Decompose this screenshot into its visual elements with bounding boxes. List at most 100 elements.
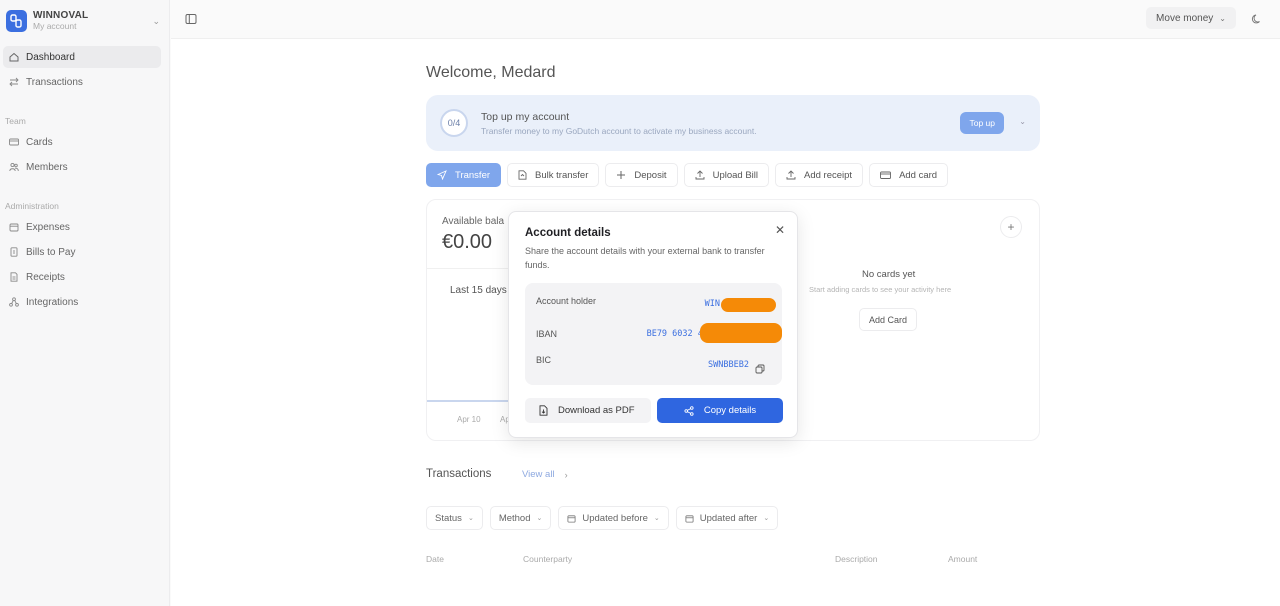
add-card-button[interactable]: Add card bbox=[869, 163, 949, 187]
section-label-team: Team bbox=[5, 116, 26, 126]
page-title: Welcome, Medard bbox=[426, 64, 556, 81]
home-icon bbox=[8, 51, 20, 63]
account-details-box: Account holder WIN IBAN BE79 6032 40 BIC… bbox=[525, 283, 782, 385]
file-icon bbox=[518, 170, 527, 180]
sidebar-item-receipts[interactable]: Receipts bbox=[3, 266, 161, 288]
chevron-down-icon: ⌄ bbox=[536, 515, 543, 522]
deposit-button[interactable]: Deposit bbox=[605, 163, 678, 187]
transfer-label: Transfer bbox=[455, 169, 491, 181]
arrows-icon bbox=[8, 76, 20, 88]
copy-details-button[interactable]: Copy details bbox=[657, 398, 783, 423]
org-logo-icon bbox=[6, 10, 27, 32]
no-cards-subtitle: Start adding cards to see your activity … bbox=[809, 285, 952, 294]
iban-value: BE79 6032 40 bbox=[646, 329, 708, 339]
column-header-description: Description bbox=[835, 554, 878, 564]
sidebar-item-label: Transactions bbox=[26, 76, 83, 88]
add-receipt-button[interactable]: Add receipt bbox=[775, 163, 864, 187]
upload-bill-button[interactable]: Upload Bill bbox=[683, 163, 769, 187]
chevron-down-icon: ⌄ bbox=[1219, 13, 1226, 23]
bulk-transfer-button[interactable]: Bulk transfer bbox=[507, 163, 600, 187]
balance-period-select[interactable]: Last 15 days bbox=[450, 285, 507, 296]
upload-icon bbox=[695, 170, 705, 180]
filter-status[interactable]: Status ⌄ bbox=[426, 506, 483, 530]
view-all-link[interactable]: View all › bbox=[522, 469, 568, 480]
account-holder-value: WIN bbox=[704, 299, 720, 309]
close-icon[interactable]: ✕ bbox=[775, 223, 785, 237]
topup-subtitle: Transfer money to my GoDutch account to … bbox=[481, 126, 757, 136]
download-pdf-button[interactable]: Download as PDF bbox=[525, 398, 651, 423]
add-card-empty-button[interactable]: Add Card bbox=[859, 308, 918, 331]
filter-label: Method bbox=[498, 512, 531, 524]
card-icon bbox=[880, 170, 892, 180]
plus-icon bbox=[616, 170, 626, 180]
chevron-down-icon: ⌄ bbox=[653, 515, 660, 522]
sidebar-item-transactions[interactable]: Transactions bbox=[3, 71, 161, 93]
modal-description: Share the account details with your exte… bbox=[525, 246, 765, 270]
no-cards-title: No cards yet bbox=[862, 269, 916, 280]
column-header-date: Date bbox=[426, 554, 444, 564]
balance-chart-line bbox=[427, 400, 512, 402]
sidebar-item-label: Cards bbox=[26, 136, 53, 148]
sidebar-item-label: Bills to Pay bbox=[26, 246, 76, 258]
card-icon bbox=[8, 136, 20, 148]
sidebar-item-bills-to-pay[interactable]: Bills to Pay bbox=[3, 241, 161, 263]
filter-updated-before[interactable]: Updated before ⌄ bbox=[558, 506, 669, 530]
filter-updated-after[interactable]: Updated after ⌄ bbox=[675, 506, 779, 530]
topup-title: Top up my account bbox=[481, 111, 570, 123]
move-money-button[interactable]: Move money ⌄ bbox=[1146, 7, 1236, 29]
chevron-down-icon[interactable]: ⌄ bbox=[1019, 117, 1026, 126]
chevron-down-icon: ⌄ bbox=[763, 515, 770, 522]
sidebar-item-label: Receipts bbox=[26, 271, 65, 283]
column-header-amount: Amount bbox=[948, 554, 978, 564]
balance-value: €0.00 bbox=[442, 231, 493, 253]
transaction-filters: Status ⌄ Method ⌄ Updated before ⌄ Updat… bbox=[426, 506, 779, 530]
sidebar-item-cards[interactable]: Cards bbox=[3, 131, 161, 153]
send-icon bbox=[437, 170, 447, 180]
org-switcher[interactable]: WINNOVAL My account ⌄ bbox=[6, 7, 164, 35]
calendar-icon bbox=[685, 514, 694, 523]
sidebar-item-label: Expenses bbox=[26, 221, 70, 233]
sidebar-item-expenses[interactable]: Expenses bbox=[3, 216, 161, 238]
calendar-icon bbox=[567, 514, 576, 523]
sidebar-item-label: Dashboard bbox=[26, 51, 75, 63]
action-bar: Transfer Bulk transfer Deposit Upload Bi… bbox=[426, 163, 949, 187]
integrations-icon bbox=[8, 296, 20, 308]
copy-icon[interactable] bbox=[755, 361, 765, 374]
modal-title: Account details bbox=[525, 227, 611, 239]
balance-label: Available bala bbox=[442, 216, 505, 227]
sidebar-item-integrations[interactable]: Integrations bbox=[3, 291, 161, 313]
calendar-icon bbox=[8, 221, 20, 233]
sidebar: WINNOVAL My account ⌄ Dashboard Transact… bbox=[0, 0, 170, 606]
members-icon bbox=[8, 161, 20, 173]
column-header-counterparty: Counterparty bbox=[523, 554, 573, 564]
copy-details-label: Copy details bbox=[703, 405, 757, 416]
org-subtitle: My account bbox=[33, 20, 77, 31]
receipt-icon bbox=[8, 271, 20, 283]
deposit-label: Deposit bbox=[634, 169, 667, 181]
account-holder-label: Account holder bbox=[536, 296, 597, 306]
sidebar-item-dashboard[interactable]: Dashboard bbox=[3, 46, 161, 68]
upload-icon bbox=[786, 170, 796, 180]
filter-label: Status bbox=[435, 512, 462, 524]
share-icon bbox=[684, 405, 694, 416]
sidebar-toggle-icon[interactable] bbox=[185, 12, 197, 24]
org-text: WINNOVAL My account bbox=[33, 10, 152, 31]
filter-label: Updated before bbox=[582, 512, 648, 524]
bic-value: SWNBBEB2 bbox=[708, 360, 749, 370]
sidebar-item-members[interactable]: Members bbox=[3, 156, 161, 178]
transfer-button[interactable]: Transfer bbox=[426, 163, 502, 187]
transactions-title: Transactions bbox=[426, 468, 492, 480]
filter-method[interactable]: Method ⌄ bbox=[489, 506, 552, 530]
chart-axis-label: Apr 10 bbox=[457, 415, 481, 424]
topup-banner: 0/4 Top up my account Transfer money to … bbox=[426, 95, 1040, 151]
chevron-right-icon: › bbox=[564, 469, 568, 480]
add-receipt-label: Add receipt bbox=[804, 169, 853, 181]
add-card-plus-button[interactable]: + bbox=[1000, 216, 1022, 238]
moon-icon[interactable] bbox=[1251, 12, 1263, 24]
move-money-label: Move money bbox=[1156, 12, 1214, 24]
topbar: Move money ⌄ bbox=[171, 0, 1280, 38]
section-label-administration: Administration bbox=[5, 201, 59, 211]
bill-icon bbox=[8, 246, 20, 258]
add-card-label: Add card bbox=[899, 169, 938, 181]
topup-button[interactable]: Top up bbox=[960, 112, 1004, 134]
